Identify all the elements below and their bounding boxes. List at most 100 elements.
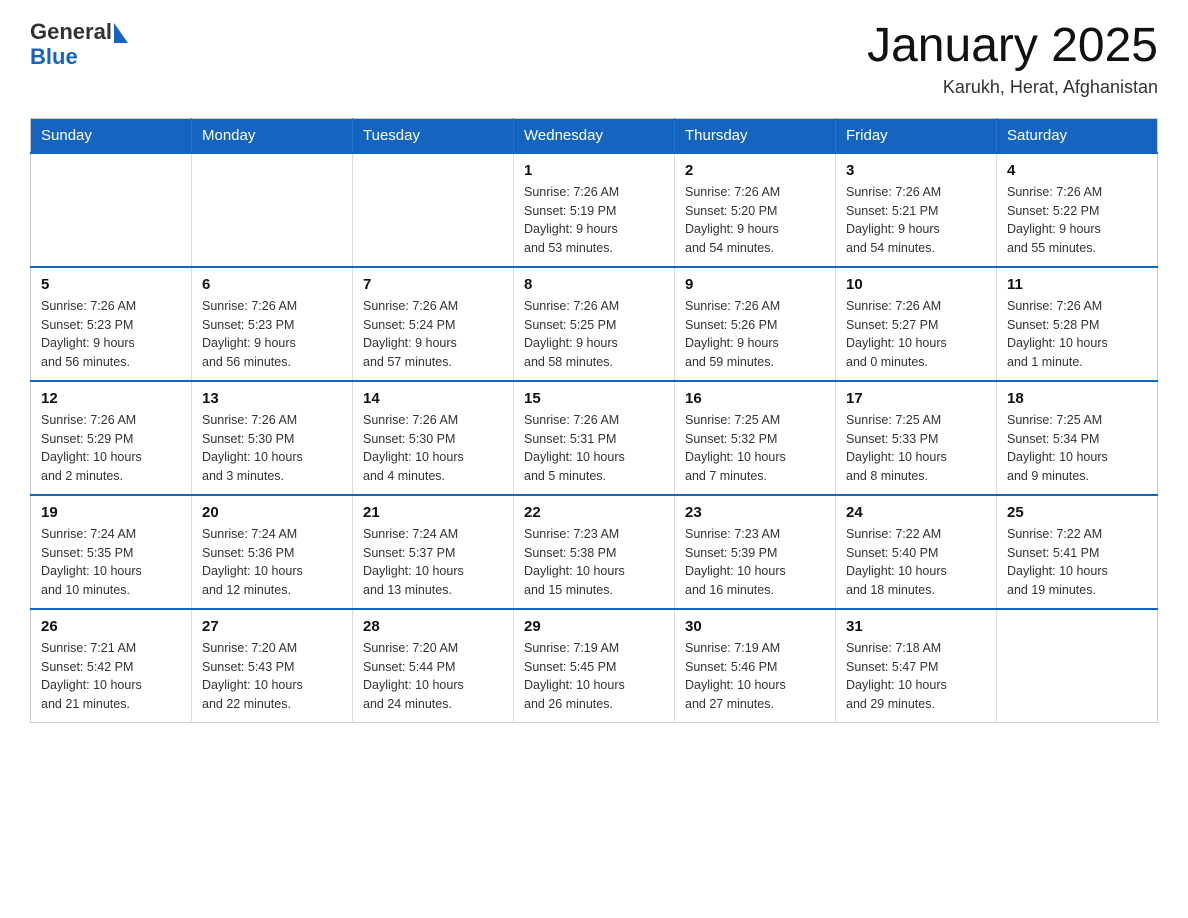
calendar-cell: [31, 153, 192, 267]
day-number: 21: [363, 504, 503, 521]
calendar-cell: 3Sunrise: 7:26 AM Sunset: 5:21 PM Daylig…: [836, 153, 997, 267]
calendar-cell: 8 Sunrise: 7:26 AM Sunset: 5:25 PM Daylig…: [514, 267, 675, 381]
header-day-tuesday: Tuesday: [353, 118, 514, 153]
calendar-week-1: 1 Sunrise: 7:26 AM Sunset: 5:19 PM Daylig…: [31, 153, 1158, 267]
day-number: 4: [1007, 162, 1147, 179]
day-number: 5: [41, 276, 181, 293]
day-info: Sunrise: 7:20 AM Sunset: 5:43 PM Dayligh…: [202, 639, 342, 714]
day-info: Sunrise: 7:26 AM Sunset: 5:25 PM Dayligh…: [524, 297, 664, 372]
calendar-cell: 5Sunrise: 7:26 AM Sunset: 5:23 PM Daylig…: [31, 267, 192, 381]
calendar-cell: [192, 153, 353, 267]
logo-general-text: General: [30, 19, 112, 44]
day-info: Sunrise: 7:25 AM Sunset: 5:34 PM Dayligh…: [1007, 411, 1147, 486]
day-number: 31: [846, 618, 986, 635]
calendar-week-2: 5 Sunrise: 7:26 AM Sunset: 5:23 PM Daylig…: [31, 267, 1158, 381]
day-number: 28: [363, 618, 503, 635]
day-number: 24: [846, 504, 986, 521]
day-info: Sunrise: 7:19 AM Sunset: 5:45 PM Dayligh…: [524, 639, 664, 714]
title-section: January 2025 Karukh, Herat, Afghanistan: [867, 20, 1158, 98]
day-number: 20: [202, 504, 342, 521]
day-info: Sunrise: 7:26 AM Sunset: 5:19 PM Dayligh…: [524, 183, 664, 258]
day-info: Sunrise: 7:22 AM Sunset: 5:40 PM Dayligh…: [846, 525, 986, 600]
day-number: 22: [524, 504, 664, 521]
header-day-thursday: Thursday: [675, 118, 836, 153]
day-number: 15: [524, 390, 664, 407]
day-info: Sunrise: 7:22 AM Sunset: 5:41 PM Dayligh…: [1007, 525, 1147, 600]
day-info: Sunrise: 7:25 AM Sunset: 5:32 PM Dayligh…: [685, 411, 825, 486]
calendar-cell: 27 Sunrise: 7:20 AM Sunset: 5:43 PM Dayli…: [192, 609, 353, 723]
header-day-saturday: Saturday: [997, 118, 1158, 153]
calendar-table: SundayMondayTuesdayWednesdayThursdayFrid…: [30, 118, 1158, 723]
calendar-subtitle: Karukh, Herat, Afghanistan: [867, 77, 1158, 98]
day-number: 2: [685, 162, 825, 179]
day-number: 1: [524, 162, 664, 179]
day-info: Sunrise: 7:24 AM Sunset: 5:35 PM Dayligh…: [41, 525, 181, 600]
day-info: Sunrise: 7:26 AM Sunset: 5:30 PM Dayligh…: [363, 411, 503, 486]
calendar-cell: 2 Sunrise: 7:26 AM Sunset: 5:20 PM Daylig…: [675, 153, 836, 267]
day-info: Sunrise: 7:26 AM Sunset: 5:20 PM Dayligh…: [685, 183, 825, 258]
calendar-cell: 20 Sunrise: 7:24 AM Sunset: 5:36 PM Dayli…: [192, 495, 353, 609]
calendar-cell: 23 Sunrise: 7:23 AM Sunset: 5:39 PM Dayli…: [675, 495, 836, 609]
day-info: Sunrise: 7:23 AM Sunset: 5:39 PM Dayligh…: [685, 525, 825, 600]
calendar-cell: 28 Sunrise: 7:20 AM Sunset: 5:44 PM Dayli…: [353, 609, 514, 723]
calendar-cell: 12 Sunrise: 7:26 AM Sunset: 5:29 PM Dayli…: [31, 381, 192, 495]
day-info: Sunrise: 7:25 AM Sunset: 5:33 PM Dayligh…: [846, 411, 986, 486]
day-info: Sunrise: 7:21 AM Sunset: 5:42 PM Dayligh…: [41, 639, 181, 714]
day-info: Sunrise: 7:26 AM Sunset: 5:24 PM Dayligh…: [363, 297, 503, 372]
day-number: 12: [41, 390, 181, 407]
day-number: 10: [846, 276, 986, 293]
day-number: 7: [363, 276, 503, 293]
calendar-cell: 4 Sunrise: 7:26 AM Sunset: 5:22 PM Daylig…: [997, 153, 1158, 267]
day-number: 27: [202, 618, 342, 635]
day-info: Sunrise: 7:26 AM Sunset: 5:21 PM Dayligh…: [846, 183, 986, 258]
day-info: Sunrise: 7:26 AM Sunset: 5:26 PM Dayligh…: [685, 297, 825, 372]
day-info: Sunrise: 7:26 AM Sunset: 5:23 PM Dayligh…: [202, 297, 342, 372]
day-number: 30: [685, 618, 825, 635]
day-number: 6: [202, 276, 342, 293]
calendar-cell: 16 Sunrise: 7:25 AM Sunset: 5:32 PM Dayli…: [675, 381, 836, 495]
day-info: Sunrise: 7:26 AM Sunset: 5:31 PM Dayligh…: [524, 411, 664, 486]
day-number: 8: [524, 276, 664, 293]
page-header: General Blue January 2025 Karukh, Herat,…: [30, 20, 1158, 98]
calendar-week-3: 12 Sunrise: 7:26 AM Sunset: 5:29 PM Dayli…: [31, 381, 1158, 495]
day-info: Sunrise: 7:19 AM Sunset: 5:46 PM Dayligh…: [685, 639, 825, 714]
day-info: Sunrise: 7:26 AM Sunset: 5:22 PM Dayligh…: [1007, 183, 1147, 258]
day-number: 14: [363, 390, 503, 407]
day-number: 26: [41, 618, 181, 635]
calendar-cell: 22 Sunrise: 7:23 AM Sunset: 5:38 PM Dayli…: [514, 495, 675, 609]
header-day-monday: Monday: [192, 118, 353, 153]
day-info: Sunrise: 7:26 AM Sunset: 5:30 PM Dayligh…: [202, 411, 342, 486]
calendar-cell: 15 Sunrise: 7:26 AM Sunset: 5:31 PM Dayli…: [514, 381, 675, 495]
calendar-cell: 24 Sunrise: 7:22 AM Sunset: 5:40 PM Dayli…: [836, 495, 997, 609]
day-number: 16: [685, 390, 825, 407]
day-number: 25: [1007, 504, 1147, 521]
day-info: Sunrise: 7:20 AM Sunset: 5:44 PM Dayligh…: [363, 639, 503, 714]
day-info: Sunrise: 7:24 AM Sunset: 5:36 PM Dayligh…: [202, 525, 342, 600]
day-number: 17: [846, 390, 986, 407]
calendar-cell: 11 Sunrise: 7:26 AM Sunset: 5:28 PM Dayli…: [997, 267, 1158, 381]
day-info: Sunrise: 7:23 AM Sunset: 5:38 PM Dayligh…: [524, 525, 664, 600]
calendar-cell: 29 Sunrise: 7:19 AM Sunset: 5:45 PM Dayli…: [514, 609, 675, 723]
calendar-week-4: 19Sunrise: 7:24 AM Sunset: 5:35 PM Dayli…: [31, 495, 1158, 609]
day-number: 18: [1007, 390, 1147, 407]
calendar-week-5: 26 Sunrise: 7:21 AM Sunset: 5:42 PM Dayli…: [31, 609, 1158, 723]
logo-blue-text: Blue: [30, 44, 78, 69]
day-number: 29: [524, 618, 664, 635]
calendar-cell: 26 Sunrise: 7:21 AM Sunset: 5:42 PM Dayli…: [31, 609, 192, 723]
calendar-cell: 21Sunrise: 7:24 AM Sunset: 5:37 PM Dayli…: [353, 495, 514, 609]
calendar-cell: 19Sunrise: 7:24 AM Sunset: 5:35 PM Dayli…: [31, 495, 192, 609]
calendar-title: January 2025: [867, 20, 1158, 73]
day-info: Sunrise: 7:26 AM Sunset: 5:27 PM Dayligh…: [846, 297, 986, 372]
calendar-header-row: SundayMondayTuesdayWednesdayThursdayFrid…: [31, 118, 1158, 153]
day-info: Sunrise: 7:26 AM Sunset: 5:29 PM Dayligh…: [41, 411, 181, 486]
calendar-cell: [997, 609, 1158, 723]
calendar-cell: 30 Sunrise: 7:19 AM Sunset: 5:46 PM Dayli…: [675, 609, 836, 723]
calendar-cell: 25 Sunrise: 7:22 AM Sunset: 5:41 PM Dayli…: [997, 495, 1158, 609]
day-info: Sunrise: 7:26 AM Sunset: 5:28 PM Dayligh…: [1007, 297, 1147, 372]
day-number: 11: [1007, 276, 1147, 293]
header-day-sunday: Sunday: [31, 118, 192, 153]
calendar-cell: 13Sunrise: 7:26 AM Sunset: 5:30 PM Dayli…: [192, 381, 353, 495]
calendar-cell: 31Sunrise: 7:18 AM Sunset: 5:47 PM Dayli…: [836, 609, 997, 723]
day-number: 23: [685, 504, 825, 521]
calendar-cell: 17 Sunrise: 7:25 AM Sunset: 5:33 PM Dayli…: [836, 381, 997, 495]
